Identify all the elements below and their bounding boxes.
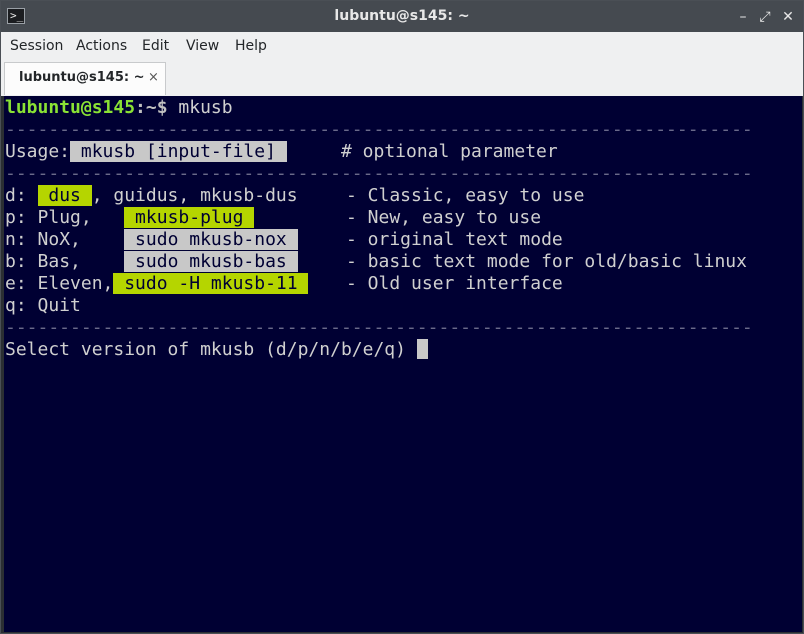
usage-command: mkusb [input-file]: [70, 141, 287, 162]
option-description: - Old user interface: [346, 273, 563, 294]
maximize-icon[interactable]: ⤢: [755, 7, 775, 27]
menu-view[interactable]: View: [186, 32, 219, 61]
option-line-b: b: Bas, sudo mkusb-bas: [5, 251, 298, 273]
option-line-n: n: NoX, sudo mkusb-nox: [5, 229, 298, 251]
select-prompt: Select version of mkusb (d/p/n/b/e/q): [5, 339, 417, 360]
close-icon[interactable]: ✕: [778, 7, 798, 27]
option-line-d: d: dus , guidus, mkusb-dus: [5, 185, 298, 207]
tab-close-icon[interactable]: ×: [148, 63, 159, 95]
quit-line: q: Quit: [5, 295, 81, 316]
tab-bar: lubuntu@s145: ~ ×: [1, 61, 803, 96]
option-description: - Classic, easy to use: [346, 185, 585, 206]
option-key: p:: [5, 207, 38, 228]
usage-line: Usage: mkusb [input-file] # optional par…: [5, 141, 558, 163]
option-key: n:: [5, 229, 38, 250]
option-key: d:: [5, 185, 38, 206]
tab-terminal[interactable]: lubuntu@s145: ~ ×: [4, 62, 166, 95]
menu-session[interactable]: Session: [10, 32, 63, 61]
option-description: - basic text mode for old/basic linux: [346, 251, 747, 272]
option-aliases: , guidus, mkusb-dus: [91, 185, 298, 206]
option-command: sudo -H mkusb-11: [113, 273, 309, 294]
menu-edit[interactable]: Edit: [142, 32, 169, 61]
menu-help[interactable]: Help: [235, 32, 267, 61]
tab-label: lubuntu@s145: ~: [19, 70, 145, 85]
menu-actions[interactable]: Actions: [76, 32, 127, 61]
option-line-e: e: Eleven, sudo -H mkusb-11: [5, 273, 309, 295]
option-command: sudo mkusb-nox: [124, 229, 298, 250]
separator-line: ----------------------------------------…: [5, 317, 753, 338]
menu-bar: Session Actions Edit View Help: [1, 32, 803, 62]
usage-comment: # optional parameter: [286, 141, 558, 162]
select-prompt-line: Select version of mkusb (d/p/n/b/e/q): [5, 339, 428, 361]
prompt-user: lubuntu@s145: [5, 97, 136, 118]
prompt-line: lubuntu@s145:~$ mkusb: [5, 97, 233, 119]
option-line-p: p: Plug, mkusb-plug: [5, 207, 255, 229]
terminal-window: >_ lubuntu@s145: ~ – ⤢ ✕ Session Actions…: [0, 0, 804, 634]
terminal-output[interactable]: lubuntu@s145:~$ mkusb ------------------…: [4, 96, 802, 632]
option-name: Eleven,: [37, 273, 114, 294]
option-name: Plug,: [37, 207, 114, 228]
minimize-icon[interactable]: –: [733, 7, 753, 27]
option-command: sudo mkusb-bas: [124, 251, 298, 272]
separator-line: ----------------------------------------…: [5, 119, 753, 140]
option-description: - original text mode: [346, 229, 563, 250]
option-command: mkusb-plug: [124, 207, 255, 228]
title-bar[interactable]: >_ lubuntu@s145: ~ – ⤢ ✕: [1, 1, 803, 32]
option-key: b:: [5, 251, 38, 272]
option-name: Bas,: [37, 251, 114, 272]
separator-line: ----------------------------------------…: [5, 163, 753, 184]
text-cursor[interactable]: [416, 339, 428, 359]
option-key: e:: [5, 273, 38, 294]
usage-label: Usage:: [5, 141, 71, 162]
typed-command: mkusb: [167, 97, 233, 118]
option-name: NoX,: [37, 229, 114, 250]
option-command: dus: [37, 185, 92, 206]
prompt-path: :~$: [135, 97, 168, 118]
option-description: - New, easy to use: [346, 207, 542, 228]
window-title: lubuntu@s145: ~: [334, 8, 470, 24]
